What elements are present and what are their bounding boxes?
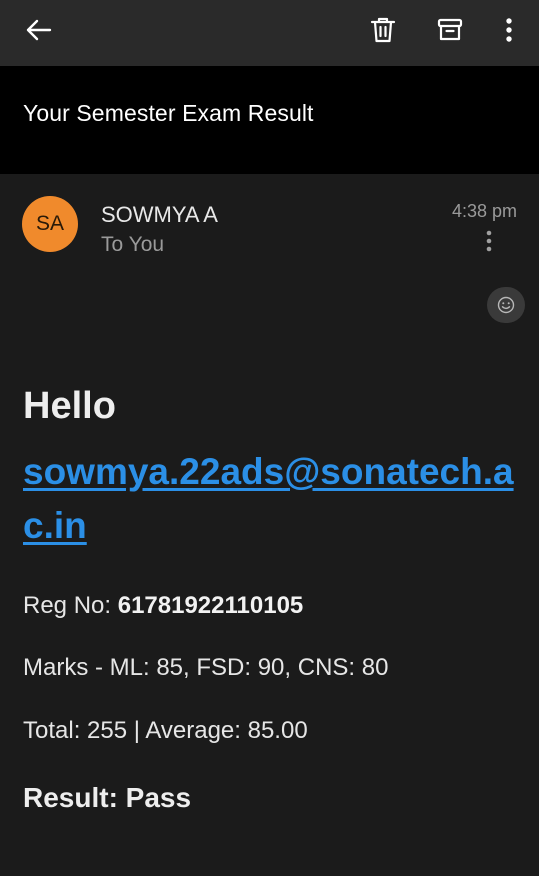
marks-line: Marks - ML: 85, FSD: 90, CNS: 80 (23, 654, 389, 681)
email-subject: Your Semester Exam Result (23, 100, 314, 126)
result-line: Result: Pass (23, 782, 192, 813)
message-more-button[interactable] (478, 226, 500, 256)
archive-icon (437, 18, 463, 41)
email-link[interactable]: sowmya.22ads@sonatech.ac.in (23, 445, 523, 553)
more-vertical-icon (506, 18, 512, 42)
add-reaction-button[interactable] (487, 287, 525, 323)
toolbar (0, 0, 539, 66)
more-options-button[interactable] (489, 10, 529, 50)
trash-icon (370, 17, 396, 43)
reg-number-line: Reg No: 61781922110105 (23, 592, 303, 620)
delete-button[interactable] (363, 10, 403, 50)
reg-value: 61781922110105 (117, 592, 304, 619)
back-button[interactable] (18, 10, 58, 50)
archive-button[interactable] (430, 10, 470, 50)
reg-label: Reg No: (23, 592, 118, 619)
arrow-left-icon (26, 19, 52, 41)
sender-name[interactable]: SOWMYA A (101, 202, 218, 228)
more-vertical-icon (486, 230, 492, 252)
sender-avatar[interactable]: SA (22, 196, 78, 252)
recipient-label[interactable]: To You (101, 233, 164, 257)
smiley-icon (497, 296, 515, 314)
greeting-heading: Hello (23, 385, 116, 427)
totals-line: Total: 255 | Average: 85.00 (23, 717, 308, 744)
message-time: 4:38 pm (451, 201, 517, 221)
